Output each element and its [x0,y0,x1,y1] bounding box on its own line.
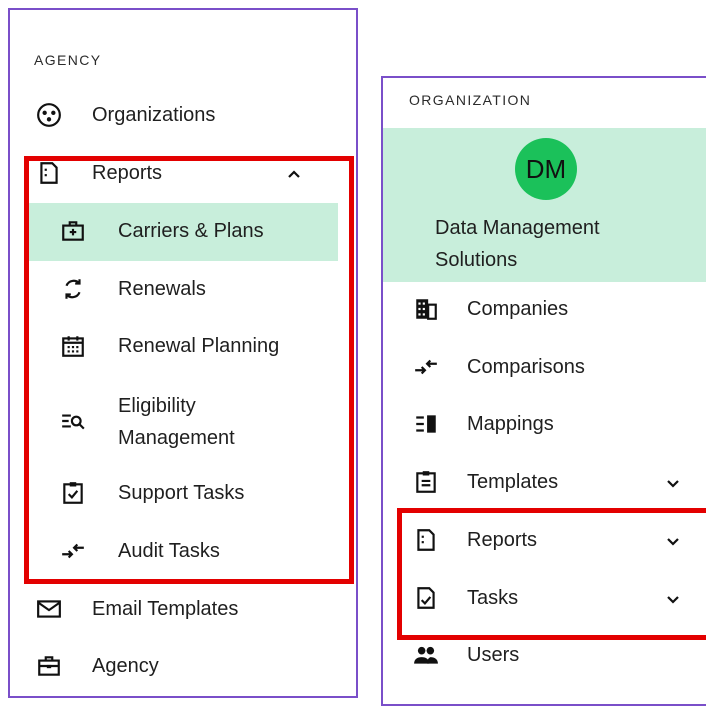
mappings-icon [413,411,439,437]
sidebar-item-organizations[interactable]: Organizations [10,100,356,130]
sidebar-item-agency[interactable]: Agency [10,651,356,681]
chevron-up-icon[interactable] [284,164,304,184]
sidebar-item-label: Companies [467,298,569,320]
report-icon [36,160,62,186]
section-title-agency: AGENCY [34,52,102,68]
org-name-line2: Solutions [435,249,518,271]
template-icon [413,469,439,495]
sidebar-item-tasks[interactable]: Tasks [383,583,706,613]
sidebar-item-label: Tasks [467,587,519,609]
renew-icon [60,276,86,302]
clipboard-check-icon [60,480,86,506]
sidebar-item-reports[interactable]: Reports [383,525,706,555]
sidebar-item-label: Templates [467,471,559,493]
compare-arrows-icon [60,538,86,564]
sidebar-item-label: Renewals [118,278,206,300]
sidebar-item-label-line2: Management [118,427,235,449]
sidebar-item-label-line1: Eligibility [118,395,196,417]
chevron-down-icon[interactable] [663,531,683,551]
organization-sidebar: ORGANIZATION DM Data Management Solution… [381,76,706,706]
sidebar-item-mappings[interactable]: Mappings [383,409,706,439]
chevron-down-icon[interactable] [663,589,683,609]
briefcase-icon [36,653,62,679]
sidebar-item-label: Reports [467,529,538,551]
compare-arrows-icon [413,354,439,380]
sidebar-item-label: Carriers & Plans [118,220,264,242]
avatar: DM [515,138,577,200]
sidebar-item-label: Mappings [467,413,554,435]
section-title-organization: ORGANIZATION [409,92,532,108]
sidebar-item-carriers-plans[interactable]: Carriers & Plans [10,216,356,246]
carrier-icon [60,218,86,244]
sidebar-item-renewal-planning[interactable]: Renewal Planning [10,331,356,361]
sidebar-item-label: Support Tasks [118,482,245,504]
organizations-icon [36,102,62,128]
sidebar-item-reports[interactable]: Reports [10,158,356,188]
sidebar-item-label: Email Templates [92,598,239,620]
sidebar-item-label: Organizations [92,104,216,126]
mail-icon [36,596,62,622]
sidebar-item-label: Renewal Planning [118,335,280,357]
sidebar-item-label: Audit Tasks [118,540,220,562]
calendar-icon [60,333,86,359]
sidebar-item-label: Reports [92,162,163,184]
sidebar-item-support-tasks[interactable]: Support Tasks [10,478,356,508]
agency-sidebar: AGENCY Organizations Reports Carriers & … [8,8,358,698]
sidebar-item-label: Users [467,644,520,666]
search-list-icon [60,408,86,434]
sidebar-item-comparisons[interactable]: Comparisons [383,352,706,382]
report-icon [413,527,439,553]
chevron-down-icon[interactable] [663,473,683,493]
building-icon [413,296,439,322]
sidebar-item-users[interactable]: Users [383,640,706,670]
sidebar-item-companies[interactable]: Companies [383,294,706,324]
sidebar-item-templates[interactable]: Templates [383,467,706,497]
sidebar-item-renewals[interactable]: Renewals [10,274,356,304]
org-name-line1: Data Management [435,217,600,239]
sidebar-item-label: Agency [92,655,159,677]
sidebar-item-audit-tasks[interactable]: Audit Tasks [10,536,356,566]
task-icon [413,585,439,611]
sidebar-item-label: Comparisons [467,356,585,378]
users-icon [413,642,439,668]
sidebar-item-eligibility-management[interactable]: Eligibility Management [10,390,356,454]
sidebar-item-email-templates[interactable]: Email Templates [10,594,356,624]
